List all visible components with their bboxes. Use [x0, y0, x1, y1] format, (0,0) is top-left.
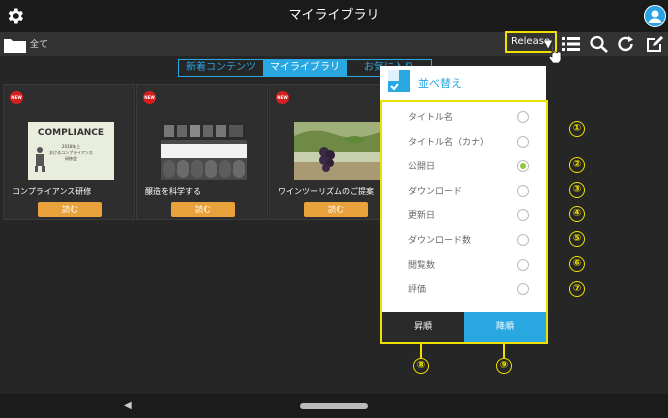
- sort-option-label: ダウンロード数: [408, 236, 472, 246]
- card-title: ワインツーリズムのご提案: [278, 187, 374, 196]
- new-badge: NEW: [10, 91, 23, 104]
- sort-option-title[interactable]: タイトル名: [382, 105, 546, 129]
- sort-option-label: 評価: [408, 285, 427, 295]
- ascending-button[interactable]: 昇順: [382, 312, 464, 342]
- sort-option-rating[interactable]: 評価: [382, 277, 546, 301]
- sort-option-views[interactable]: 閲覧数: [382, 253, 546, 277]
- tab-new-contents[interactable]: 新着コンテンツ: [179, 60, 263, 76]
- sort-option-download[interactable]: ダウンロード: [382, 179, 546, 203]
- annotation-marker: ④: [569, 206, 585, 222]
- radio-button[interactable]: [517, 111, 529, 123]
- thumbnail-brewery: [161, 122, 247, 180]
- read-button[interactable]: 読む: [171, 202, 235, 217]
- annotation-marker: ⑥: [569, 256, 585, 272]
- sort-icon: [388, 70, 410, 92]
- search-icon[interactable]: [589, 35, 609, 53]
- sort-option-label: タイトル名: [408, 113, 454, 123]
- annotation-marker: ③: [569, 182, 585, 198]
- annotation-marker: ⑤: [569, 231, 585, 247]
- sort-menu-header: 並べ替え: [380, 66, 546, 100]
- thumbnail-compliance: COMPLIANCE 2018年上 おけるコンプライアンス 研修会: [28, 122, 114, 180]
- tab-my-library[interactable]: マイライブラリ: [263, 60, 347, 76]
- annotation-marker: ②: [569, 157, 585, 173]
- sort-option-label: 更新日: [408, 211, 436, 221]
- new-badge: NEW: [143, 91, 156, 104]
- figure-illustration: [35, 147, 45, 172]
- system-nav-bar: ◀: [0, 394, 668, 418]
- new-badge: NEW: [276, 91, 289, 104]
- descending-button[interactable]: 降順: [464, 312, 546, 342]
- read-button[interactable]: 読む: [304, 202, 368, 217]
- sort-option-download-count[interactable]: ダウンロード数: [382, 228, 546, 252]
- radio-button[interactable]: [517, 185, 529, 197]
- app-bar: マイライブラリ: [0, 0, 668, 32]
- sort-option-label: 閲覧数: [408, 261, 436, 271]
- annotation-leader: [420, 342, 422, 358]
- annotation-marker: ⑦: [569, 281, 585, 297]
- user-avatar-icon[interactable]: [644, 5, 666, 27]
- back-icon[interactable]: ◀: [124, 400, 132, 411]
- breadcrumb[interactable]: 全て: [30, 37, 48, 50]
- sort-menu-title: 並べ替え: [418, 77, 462, 90]
- sort-option-label: タイトル名（カナ）: [408, 138, 490, 148]
- radio-button[interactable]: [517, 283, 529, 295]
- card-title: コンプライアンス研修: [12, 187, 92, 196]
- sort-option-updated[interactable]: 更新日: [382, 203, 546, 227]
- sort-option-label: 公開日: [408, 162, 436, 172]
- thumbnail-vineyard: [294, 122, 380, 180]
- refresh-icon[interactable]: [616, 35, 636, 53]
- sort-menu-panel: タイトル名 タイトル名（カナ） 公開日 ダウンロード 更新日 ダウンロード数 閲…: [380, 100, 548, 344]
- radio-button[interactable]: [517, 209, 529, 221]
- home-pill[interactable]: [300, 403, 368, 409]
- annotation-marker: ⑨: [496, 358, 512, 374]
- card-title: 醸造を科学する: [145, 187, 201, 196]
- page-title: マイライブラリ: [288, 8, 380, 23]
- annotation-leader: [503, 342, 505, 358]
- radio-button[interactable]: [517, 259, 529, 271]
- list-view-icon[interactable]: [561, 35, 581, 53]
- read-button[interactable]: 読む: [38, 202, 102, 217]
- annotation-marker: ⑧: [413, 358, 429, 374]
- edit-icon[interactable]: [644, 35, 664, 53]
- sort-option-publish-date[interactable]: 公開日: [382, 154, 546, 178]
- annotation-marker: ①: [569, 121, 585, 137]
- radio-button-selected[interactable]: [517, 160, 529, 172]
- radio-button[interactable]: [517, 234, 529, 246]
- thumb-heading: COMPLIANCE: [37, 128, 105, 138]
- sort-option-label: ダウンロード: [408, 187, 463, 197]
- content-card[interactable]: NEW COMPLIANCE 2018年上 おけるコンプライアンス 研修会 コン…: [3, 84, 135, 220]
- content-card[interactable]: NEW 醸造を科学する 読む: [136, 84, 268, 220]
- sort-option-title-kana[interactable]: タイトル名（カナ）: [382, 130, 546, 154]
- radio-button[interactable]: [517, 136, 529, 148]
- folder-icon[interactable]: [4, 37, 26, 53]
